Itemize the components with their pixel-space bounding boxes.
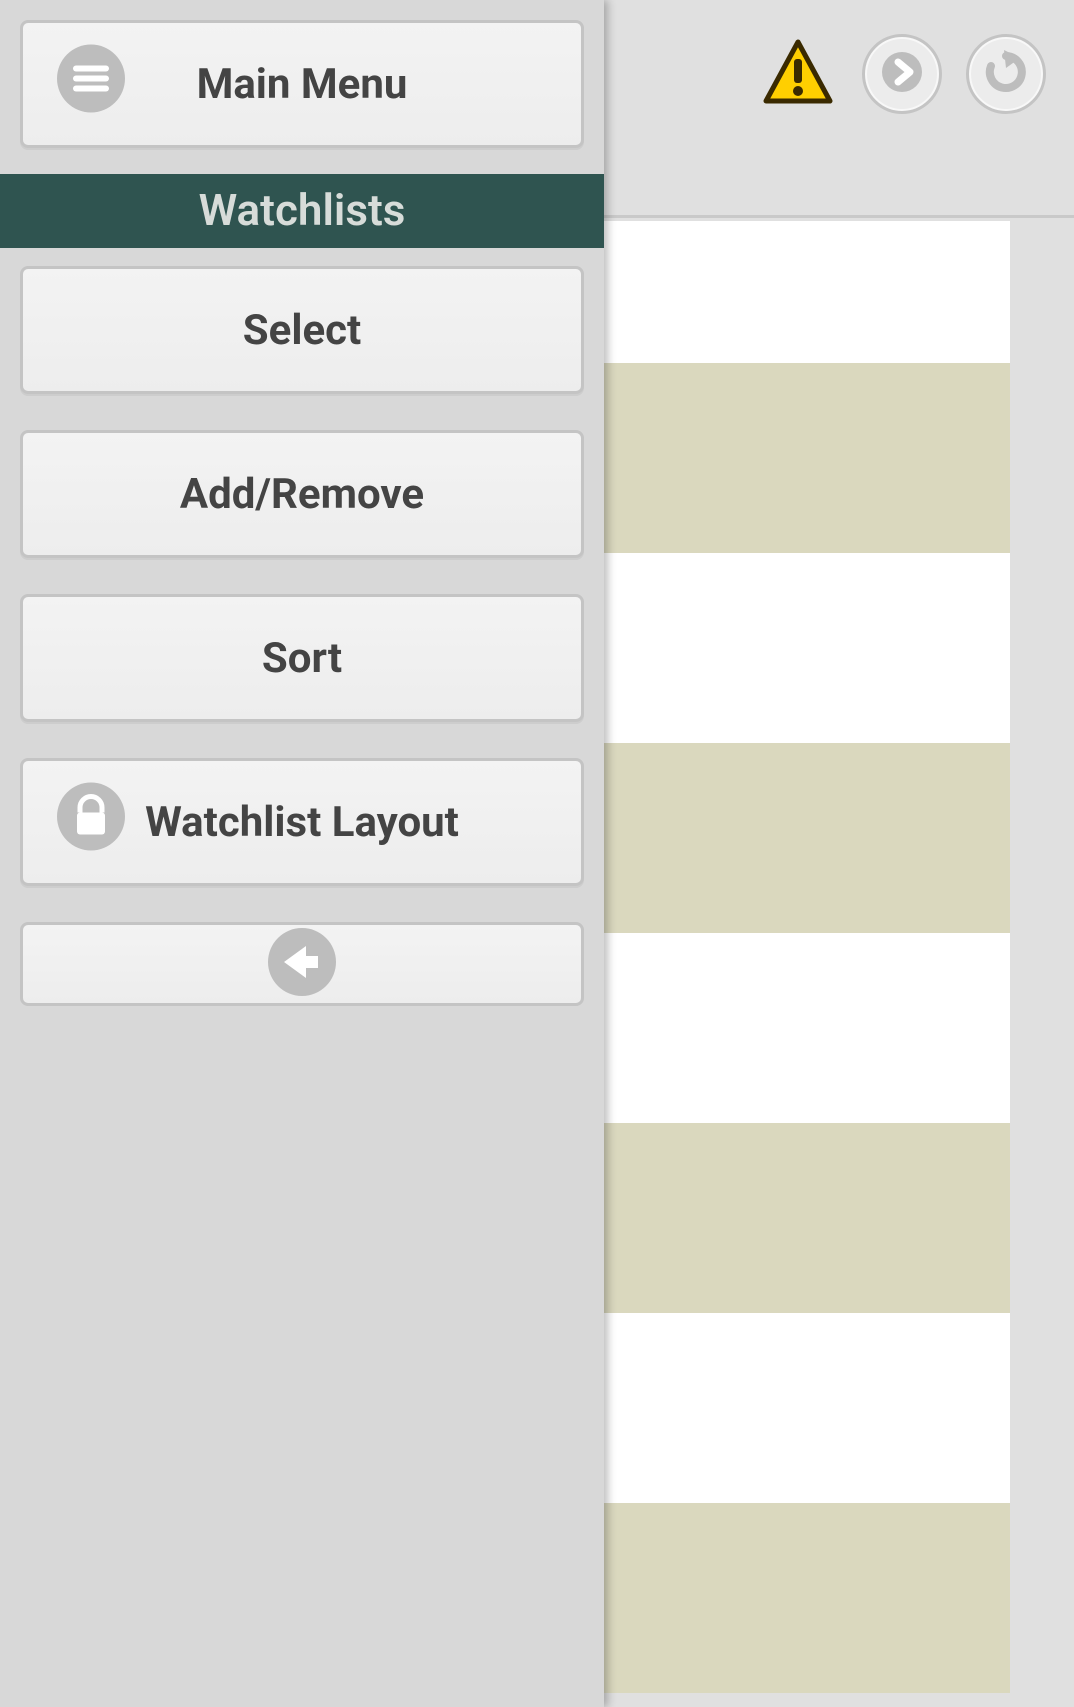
reload-icon (982, 48, 1030, 100)
warning-button[interactable] (762, 38, 834, 110)
menu-item-label: Watchlist Layout (145, 798, 459, 847)
hamburger-icon (57, 45, 125, 124)
main-menu-label: Main Menu (197, 60, 408, 109)
alert-triangle-icon (763, 39, 833, 109)
menu-item-add-remove[interactable]: Add/Remove (20, 430, 584, 558)
header-actions (762, 34, 1046, 114)
reload-button[interactable] (966, 34, 1046, 114)
main-menu-button[interactable]: Main Menu (20, 20, 584, 148)
app-root: e ts (0, 0, 1074, 1707)
menu-back-button[interactable] (20, 922, 584, 1006)
forward-button[interactable] (862, 34, 942, 114)
menu-item-watchlist-layout[interactable]: Watchlist Layout (20, 758, 584, 886)
menu-item-label: Sort (262, 634, 342, 683)
menu-section-header: Watchlists (0, 174, 604, 248)
menu-item-sort[interactable]: Sort (20, 594, 584, 722)
arrow-left-icon (268, 928, 336, 1000)
menu-panel: Main Menu Watchlists Select Add/Remove S… (0, 0, 604, 1707)
lock-icon (57, 783, 125, 862)
menu-item-label: Select (243, 306, 361, 355)
menu-item-select[interactable]: Select (20, 266, 584, 394)
menu-item-label: Add/Remove (180, 470, 424, 519)
chevron-right-icon (880, 50, 924, 98)
